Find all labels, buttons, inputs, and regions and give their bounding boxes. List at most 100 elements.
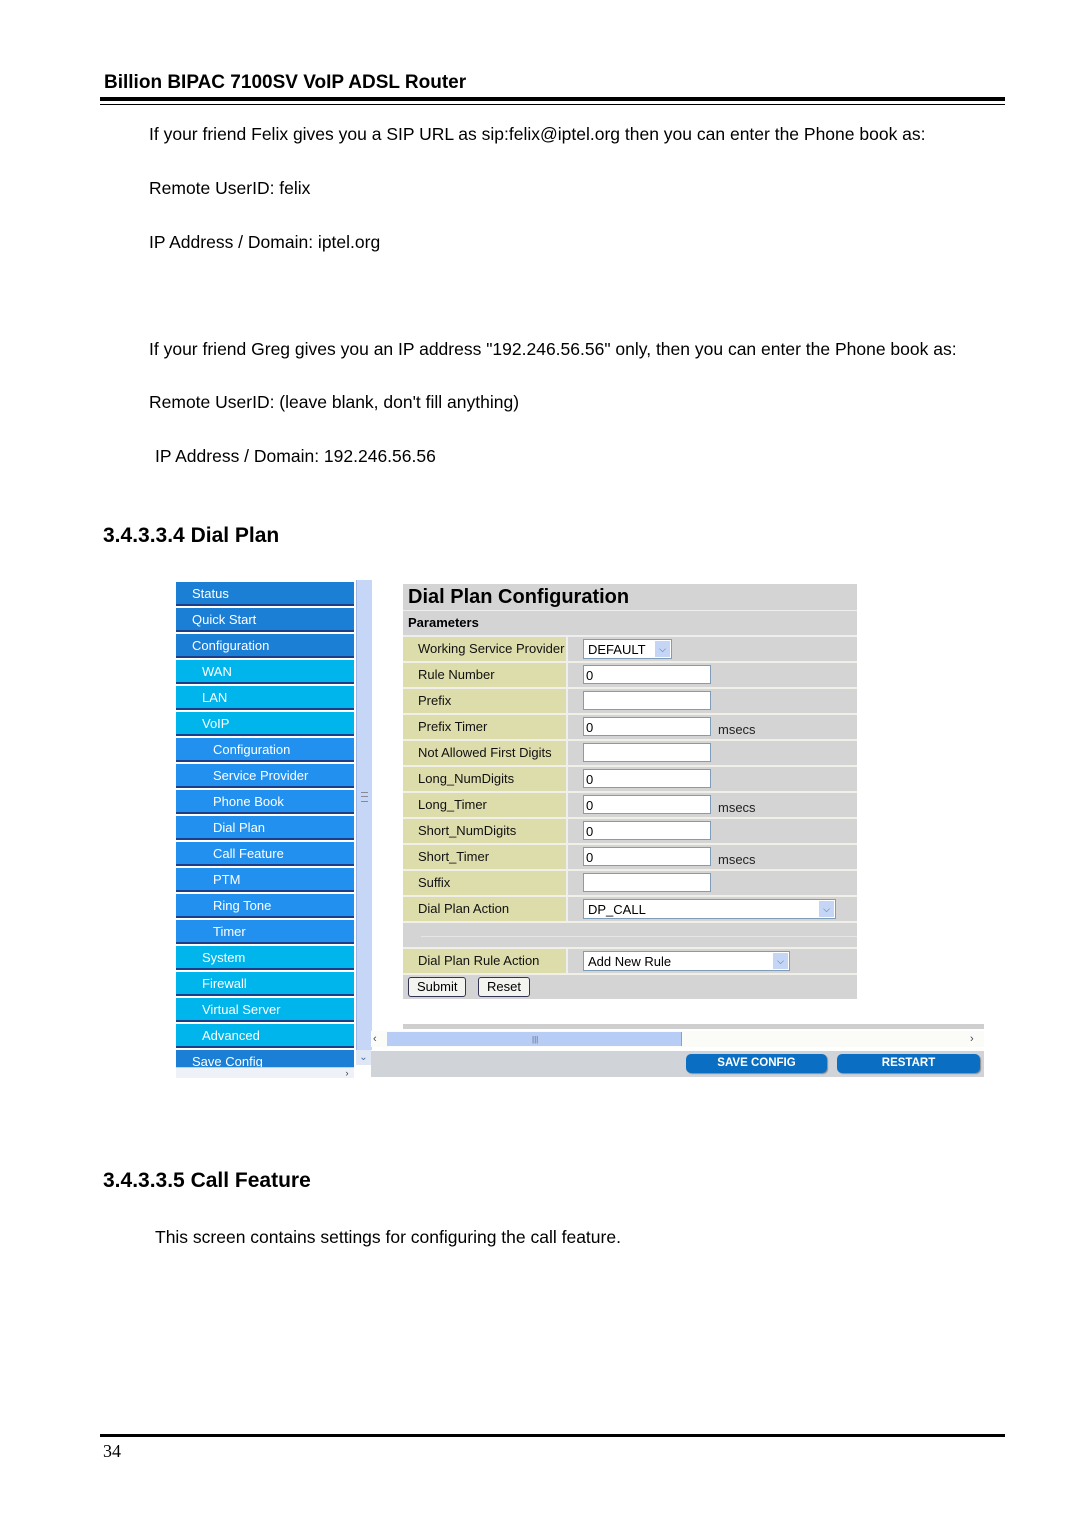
chevron-down-icon[interactable]: ⌄ — [356, 1050, 371, 1065]
sidebar-item-lan[interactable]: LAN — [176, 686, 354, 710]
suffix-input[interactable] — [583, 873, 711, 892]
paragraph-felix: If your friend Felix gives you a SIP URL… — [149, 124, 926, 144]
scroll-grip-icon: ||| — [532, 1035, 539, 1044]
row-prefix: Prefix — [403, 689, 857, 715]
sidebar-item-dial-plan[interactable]: Dial Plan — [176, 816, 354, 840]
not-allowed-first-digits-input[interactable] — [583, 743, 711, 762]
label-short-numdigits: Short_NumDigits — [403, 819, 568, 843]
sidebar-item-firewall[interactable]: Firewall — [176, 972, 354, 996]
label-long-timer: Long_Timer — [403, 793, 568, 817]
label-working-service-provider: Working Service Provider — [403, 637, 568, 661]
label-not-allowed-first-digits: Not Allowed First Digits — [403, 741, 568, 765]
paragraph-felix-userid: Remote UserID: felix — [149, 178, 311, 198]
sidebar-item-call-feature[interactable]: Call Feature — [176, 842, 354, 866]
sidebar-item-ptm[interactable]: PTM — [176, 868, 354, 892]
row-short-timer: Short_Timer 0 msecs — [403, 845, 857, 871]
long-timer-input[interactable]: 0 — [583, 795, 711, 814]
router-screenshot: Status Quick Start Configuration WAN LAN VoIP… — [174, 580, 984, 1078]
button-row: Submit Reset — [403, 975, 857, 999]
chevron-left-icon[interactable]: ‹ — [373, 1032, 385, 1046]
label-prefix: Prefix — [403, 689, 568, 713]
row-prefix-timer: Prefix Timer 0 msecs — [403, 715, 857, 741]
header-rule-thin — [100, 104, 1005, 105]
chevron-down-icon[interactable]: ⌵ — [655, 641, 670, 657]
dial-plan-action-value: DP_CALL — [588, 902, 646, 917]
long-timer-unit: msecs — [718, 800, 756, 815]
submit-button[interactable]: Submit — [408, 977, 467, 997]
paragraph-greg-domain: IP Address / Domain: 192.246.56.56 — [155, 446, 436, 466]
main-hscrollbar[interactable]: ‹ ||| › — [371, 1024, 984, 1048]
sidebar-item-configuration[interactable]: Configuration — [176, 634, 354, 658]
row-suffix: Suffix — [403, 871, 857, 897]
bottom-bar: SAVE CONFIG RESTART — [371, 1051, 984, 1077]
document-header: Billion BIPAC 7100SV VoIP ADSL Router — [104, 72, 467, 93]
restart-button[interactable]: RESTART — [837, 1054, 980, 1073]
short-timer-input[interactable]: 0 — [583, 847, 711, 866]
section-heading-dial-plan: 3.4.3.3.4 Dial Plan — [103, 524, 280, 547]
row-rule-number: Rule Number 0 — [403, 663, 857, 689]
chevron-right-icon[interactable]: › — [970, 1032, 982, 1046]
parameters-label: Parameters — [403, 611, 857, 637]
label-rule-number: Rule Number — [403, 663, 568, 687]
chevron-down-icon[interactable]: ⌵ — [819, 901, 834, 917]
sidebar-item-wan[interactable]: WAN — [176, 660, 354, 684]
paragraph-greg: If your friend Greg gives you an IP addr… — [149, 339, 957, 359]
rule-number-input[interactable]: 0 — [583, 665, 711, 684]
reset-button[interactable]: Reset — [478, 977, 530, 997]
working-service-provider-select[interactable]: DEFAULT ⌵ — [583, 639, 672, 659]
footer-rule — [100, 1434, 1005, 1437]
row-long-numdigits: Long_NumDigits 0 — [403, 767, 857, 793]
header-rule — [100, 97, 1005, 101]
chevron-right-icon[interactable]: › — [340, 1068, 354, 1078]
label-dial-plan-action: Dial Plan Action — [403, 897, 568, 921]
long-numdigits-input[interactable]: 0 — [583, 769, 711, 788]
sidebar-item-virtual-server[interactable]: Virtual Server — [176, 998, 354, 1022]
sidebar-item-voip[interactable]: VoIP — [176, 712, 354, 736]
sidebar-hscrollbar[interactable]: › — [176, 1067, 354, 1078]
sidebar-item-system[interactable]: System — [176, 946, 354, 970]
short-timer-unit: msecs — [718, 852, 756, 867]
separator-line — [421, 936, 857, 937]
sidebar-scrollbar[interactable] — [356, 580, 372, 1050]
prefix-timer-unit: msecs — [718, 722, 756, 737]
label-short-timer: Short_Timer — [403, 845, 568, 869]
sidebar-item-phone-book[interactable]: Phone Book — [176, 790, 354, 814]
row-long-timer: Long_Timer 0 msecs — [403, 793, 857, 819]
row-dial-plan-action: Dial Plan Action DP_CALL ⌵ — [403, 897, 857, 923]
sidebar-item-status[interactable]: Status — [176, 582, 354, 606]
separator-row — [403, 923, 857, 949]
section-heading-call-feature: 3.4.3.3.5 Call Feature — [103, 1169, 311, 1192]
sidebar-item-service-provider[interactable]: Service Provider — [176, 764, 354, 788]
label-long-numdigits: Long_NumDigits — [403, 767, 568, 791]
short-numdigits-input[interactable]: 0 — [583, 821, 711, 840]
save-config-button[interactable]: SAVE CONFIG — [686, 1054, 827, 1073]
prefix-timer-input[interactable]: 0 — [583, 717, 711, 736]
working-service-provider-value: DEFAULT — [588, 642, 646, 657]
scroll-thumb[interactable]: ||| — [387, 1032, 682, 1046]
chevron-down-icon[interactable]: ⌵ — [773, 953, 788, 969]
sidebar-nav: Status Quick Start Configuration WAN LAN VoIP… — [174, 580, 355, 1077]
dial-plan-rule-action-value: Add New Rule — [588, 954, 672, 969]
sidebar-item-configuration[interactable]: Configuration — [176, 738, 354, 762]
row-dial-plan-rule-action: Dial Plan Rule Action Add New Rule ⌵ — [403, 949, 857, 975]
row-working-service-provider: Working Service Provider DEFAULT ⌵ — [403, 637, 857, 663]
sidebar-item-ring-tone[interactable]: Ring Tone — [176, 894, 354, 918]
label-suffix: Suffix — [403, 871, 568, 895]
label-prefix-timer: Prefix Timer — [403, 715, 568, 739]
row-short-numdigits: Short_NumDigits 0 — [403, 819, 857, 845]
dial-plan-rule-action-select[interactable]: Add New Rule ⌵ — [583, 951, 790, 971]
sidebar-item-advanced[interactable]: Advanced — [176, 1024, 354, 1048]
label-dial-plan-rule-action: Dial Plan Rule Action — [403, 949, 568, 973]
paragraph-greg-userid: Remote UserID: (leave blank, don't fill … — [149, 392, 520, 412]
frame-edge — [403, 1024, 984, 1029]
paragraph-felix-domain: IP Address / Domain: iptel.org — [149, 232, 381, 252]
row-not-allowed-first-digits: Not Allowed First Digits — [403, 741, 857, 767]
scroll-grip-icon — [361, 792, 368, 802]
prefix-input[interactable] — [583, 691, 711, 710]
panel-title: Dial Plan Configuration — [403, 584, 857, 611]
dial-plan-action-select[interactable]: DP_CALL ⌵ — [583, 899, 836, 919]
sidebar-item-quick-start[interactable]: Quick Start — [176, 608, 354, 632]
paragraph-call-feature: This screen contains settings for config… — [155, 1227, 621, 1247]
sidebar-item-timer[interactable]: Timer — [176, 920, 354, 944]
scroll-grip-line — [361, 796, 368, 797]
